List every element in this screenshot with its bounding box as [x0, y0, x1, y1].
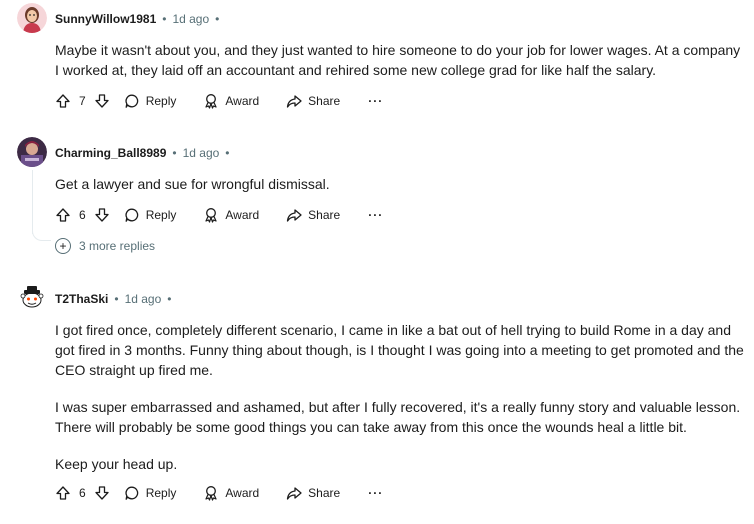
vote-count: 7 [79, 94, 86, 108]
reply-icon [124, 207, 140, 223]
reply-button[interactable]: Reply [124, 485, 177, 501]
award-button[interactable]: Award [203, 93, 259, 109]
award-icon [203, 207, 219, 223]
comment-actions: 6 Reply Award Share ··· [55, 205, 383, 225]
share-label: Share [308, 208, 341, 222]
more-options-icon: ··· [368, 486, 384, 500]
reply-label: Reply [145, 208, 177, 222]
share-icon [286, 207, 302, 223]
thread-connector [32, 226, 51, 241]
downvote-icon[interactable] [94, 485, 110, 501]
more-replies-label: 3 more replies [79, 239, 156, 253]
more-options-icon: ··· [368, 208, 384, 222]
author-name[interactable]: T2ThaSki [55, 292, 108, 306]
reply-button[interactable]: Reply [124, 207, 177, 223]
vote-group: 6 [55, 207, 110, 223]
downvote-icon[interactable] [94, 93, 110, 109]
share-label: Share [308, 486, 341, 500]
share-icon [286, 485, 302, 501]
vote-count: 6 [79, 486, 86, 500]
separator: • [162, 12, 167, 26]
comment-meta: T2ThaSki • 1d ago • [55, 292, 177, 306]
share-button[interactable]: Share [286, 93, 340, 109]
award-label: Award [225, 208, 260, 222]
more-options-button[interactable]: ··· [368, 208, 383, 222]
comment-body: Get a lawyer and sue for wrongful dismis… [55, 174, 745, 194]
reply-icon [124, 93, 140, 109]
award-icon [203, 485, 219, 501]
comment-paragraph: Maybe it wasn't about you, and they just… [55, 42, 741, 78]
avatar[interactable] [17, 283, 47, 313]
vote-count: 6 [79, 208, 86, 222]
comment-paragraph: I got fired once, completely different s… [55, 322, 744, 378]
separator: • [215, 12, 220, 26]
separator: • [167, 292, 172, 306]
share-icon [286, 93, 302, 109]
timestamp[interactable]: 1d ago [172, 12, 209, 26]
timestamp[interactable]: 1d ago [125, 292, 162, 306]
author-name[interactable]: Charming_Ball8989 [55, 146, 166, 160]
vote-group: 7 [55, 93, 110, 109]
reply-label: Reply [145, 486, 177, 500]
vote-group: 6 [55, 485, 110, 501]
avatar[interactable] [17, 137, 47, 167]
separator: • [114, 292, 119, 306]
separator: • [225, 146, 230, 160]
reply-button[interactable]: Reply [124, 93, 177, 109]
more-options-button[interactable]: ··· [368, 94, 383, 108]
timestamp[interactable]: 1d ago [183, 146, 220, 160]
more-replies-button[interactable]: + 3 more replies [55, 238, 155, 254]
comment-body: Maybe it wasn't about you, and they just… [55, 40, 745, 80]
downvote-icon[interactable] [94, 207, 110, 223]
share-label: Share [308, 94, 341, 108]
share-button[interactable]: Share [286, 207, 340, 223]
award-label: Award [225, 94, 260, 108]
upvote-icon[interactable] [55, 485, 71, 501]
comment-meta: SunnyWillow1981 • 1d ago • [55, 12, 225, 26]
comment-actions: 6 Reply Award Share ··· [55, 483, 383, 503]
reply-icon [124, 485, 140, 501]
more-options-button[interactable]: ··· [368, 486, 383, 500]
avatar[interactable] [17, 3, 47, 33]
comment-paragraph: I was super embarrassed and ashamed, but… [55, 399, 741, 435]
thread-line[interactable] [32, 170, 33, 234]
comment-meta: Charming_Ball8989 • 1d ago • [55, 146, 236, 160]
comment-body: I got fired once, completely different s… [55, 320, 745, 474]
award-icon [203, 93, 219, 109]
award-label: Award [225, 486, 260, 500]
share-button[interactable]: Share [286, 485, 340, 501]
more-options-icon: ··· [368, 94, 384, 108]
separator: • [172, 146, 177, 160]
upvote-icon[interactable] [55, 207, 71, 223]
comment-paragraph: Get a lawyer and sue for wrongful dismis… [55, 176, 330, 192]
author-name[interactable]: SunnyWillow1981 [55, 12, 156, 26]
reply-label: Reply [145, 94, 177, 108]
comment-paragraph: Keep your head up. [55, 456, 178, 472]
award-button[interactable]: Award [203, 485, 259, 501]
award-button[interactable]: Award [203, 207, 259, 223]
comment-actions: 7 Reply Award Share ··· [55, 91, 383, 111]
plus-circle-icon: + [55, 238, 71, 254]
upvote-icon[interactable] [55, 93, 71, 109]
